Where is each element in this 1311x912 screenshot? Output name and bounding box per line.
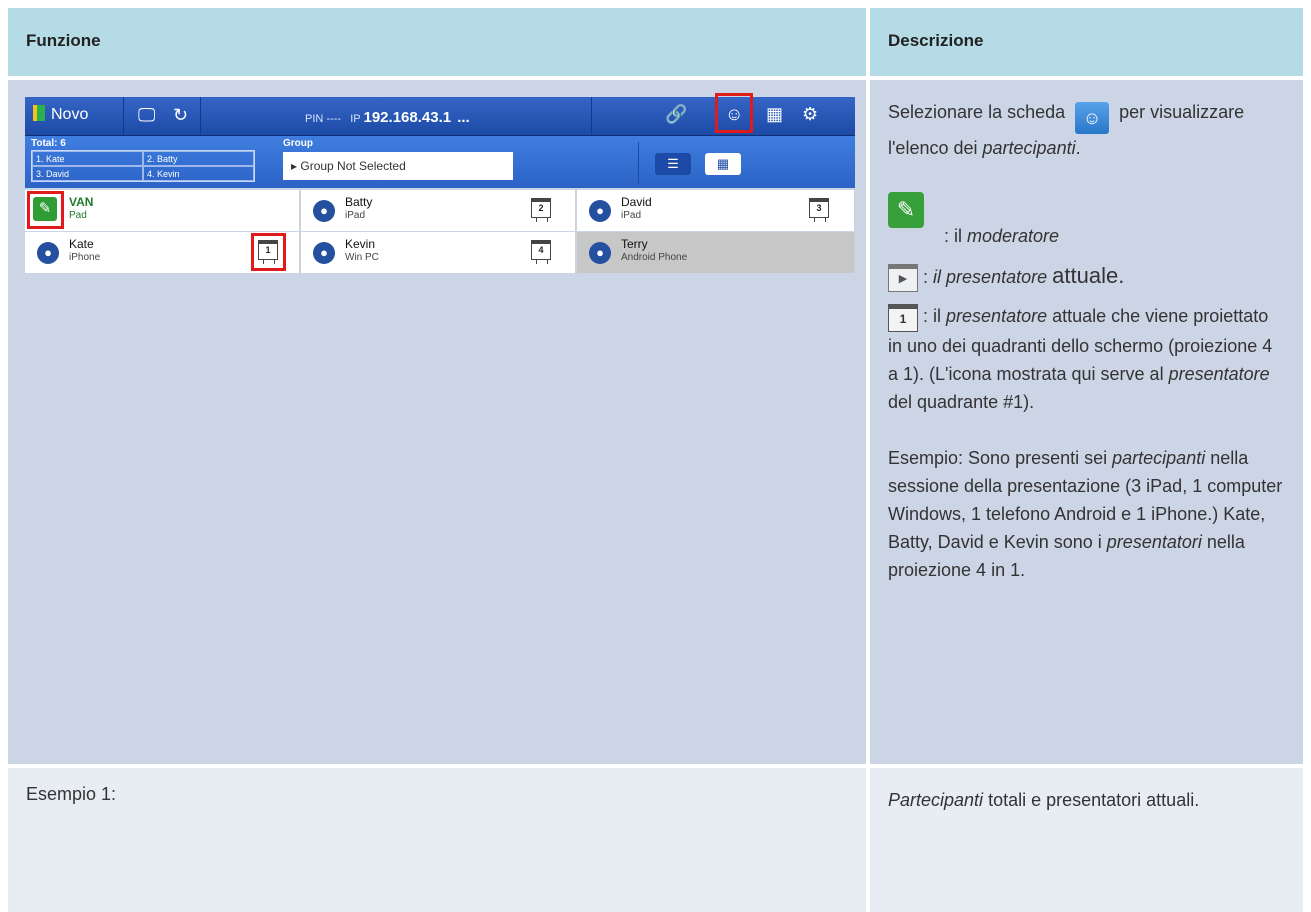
total-participants-grid: 1. Kate 2. Batty 3. David 4. Kevin: [31, 150, 255, 182]
user-avatar-icon: ●: [37, 242, 59, 264]
gear-icon[interactable]: ⚙: [802, 104, 818, 125]
app-screenshot: Novo 🖵 ↻ PIN ---- IP 192.168.43.1 ... 🔗 …: [25, 93, 855, 368]
presenter-quadrant-icon: 1: [888, 303, 918, 332]
info-divider: [638, 142, 639, 184]
participant-device: Pad: [69, 210, 87, 221]
presenter-quadrant-icon[interactable]: 2: [531, 198, 551, 218]
pin-label: PIN: [305, 113, 324, 125]
total-grid-cell: 4. Kevin: [143, 166, 254, 181]
user-avatar-icon: ●: [589, 200, 611, 222]
participant-name: Batty: [345, 195, 373, 209]
text: :: [923, 267, 929, 287]
participant-device: iPad: [345, 210, 366, 221]
group-label: Group: [283, 138, 313, 149]
text: il presentatore: [933, 267, 1048, 287]
participant-name: David: [621, 195, 652, 209]
participants-tab-highlight: [715, 93, 753, 133]
participant-device: Win PC: [345, 252, 379, 263]
ip-label: IP: [350, 113, 361, 125]
list-item[interactable]: ● David iPad 3: [577, 190, 855, 231]
presenter-quadrant-icon[interactable]: 3: [809, 198, 829, 218]
brand: Novo: [33, 105, 88, 124]
text: presentatore: [1168, 363, 1270, 384]
grid-view-icon[interactable]: ▦: [705, 153, 741, 175]
user-avatar-icon: ●: [589, 242, 611, 264]
legend-presenter: ▶ : il presentatore attuale.: [888, 262, 1287, 293]
row2-function-cell: Esempio 1:: [8, 768, 866, 912]
example-paragraph: Esempio: Sono presenti sei partecipanti …: [888, 444, 1287, 584]
list-item[interactable]: ● Batty iPad 2: [301, 190, 576, 231]
list-item[interactable]: ● Terry Android Phone: [577, 232, 855, 273]
ip-value: 192.168.43.1: [363, 109, 452, 126]
text: .: [1075, 138, 1081, 158]
user-avatar-icon: ●: [313, 242, 335, 264]
text: Esempio: Sono presenti sei: [888, 447, 1108, 468]
total-grid-cell: 3. David: [32, 166, 143, 181]
refresh-icon[interactable]: ↻: [173, 105, 188, 126]
text: Selezionare la scheda: [888, 102, 1066, 122]
participant-device: Android Phone: [621, 252, 688, 263]
display-icon[interactable]: 🖵: [138, 105, 155, 126]
participant-list: ✎ VAN Pad ● Batty iPad 2 ● David iPad 3: [25, 190, 855, 275]
participant-device: iPad: [621, 210, 642, 221]
user-avatar-icon: ●: [313, 200, 335, 222]
total-grid-cell: 1. Kate: [32, 151, 143, 166]
novo-logo-icon: [33, 105, 45, 121]
text: del quadrante #1).: [888, 391, 1035, 412]
presenter-play-icon: ▶: [888, 264, 918, 293]
legend-quadrant-presenter: 1 : il presentatore attuale che viene pr…: [888, 302, 1287, 415]
text: Partecipanti: [888, 790, 984, 810]
row1-function-cell: Novo 🖵 ↻ PIN ---- IP 192.168.43.1 ... 🔗 …: [8, 80, 866, 764]
toolbar-divider: [200, 97, 201, 135]
participant-name: Terry: [621, 237, 648, 251]
total-label: Total: 6: [31, 138, 66, 149]
header-descrizione: Descrizione: [870, 8, 1303, 76]
participant-name: Kevin: [345, 237, 376, 251]
text: : il: [944, 226, 962, 246]
list-item[interactable]: ● Kate iPhone 1: [25, 232, 300, 273]
participants-tab-icon: ☺: [1075, 102, 1110, 134]
text: partecipanti: [1112, 447, 1206, 468]
list-item[interactable]: ● Kevin Win PC 4: [301, 232, 576, 273]
brand-label: Novo: [51, 106, 89, 123]
toolbar-divider: [591, 97, 592, 135]
text: : il: [923, 306, 942, 327]
row2-description-cell: Partecipanti totali e presentatori attua…: [870, 768, 1303, 912]
pin-value: ----: [326, 113, 342, 125]
link-icon[interactable]: 🔗: [665, 104, 687, 125]
participant-device: iPhone: [69, 252, 101, 263]
legend-moderator: ✎: [888, 192, 1287, 228]
participant-name: Kate: [69, 237, 94, 251]
moderator-highlight: [27, 191, 64, 229]
total-grid-cell: 2. Batty: [143, 151, 254, 166]
group-select-value: Group Not Selected: [300, 159, 406, 173]
text: partecipanti: [982, 138, 1076, 158]
list-view-icon[interactable]: ☰: [655, 153, 691, 175]
presenter-highlight: [251, 233, 286, 271]
header-funzione: Funzione: [8, 8, 866, 76]
row1-description-cell: Selezionare la scheda ☺ per visualizzare l…: [870, 80, 1303, 764]
pin-ip-readout: PIN ---- IP 192.168.43.1 ...: [305, 109, 470, 126]
presenter-quadrant-icon[interactable]: 4: [531, 240, 551, 260]
participant-name: VAN: [69, 195, 94, 209]
top-toolbar: Novo 🖵 ↻ PIN ---- IP 192.168.43.1 ... 🔗 …: [25, 93, 855, 136]
list-item[interactable]: ✎ VAN Pad: [25, 190, 300, 231]
text: moderatore: [967, 226, 1060, 246]
info-bar: Total: 6 1. Kate 2. Batty 3. David 4. Ke…: [25, 136, 855, 188]
text: presentatore: [946, 306, 1048, 327]
toolbar-divider: [123, 97, 124, 135]
group-select[interactable]: ▸ Group Not Selected: [283, 152, 513, 180]
text: attuale.: [1052, 263, 1125, 288]
description-paragraph: Selezionare la scheda ☺ per visualizzare l…: [888, 98, 1287, 162]
grid-icon[interactable]: ▦: [766, 104, 783, 125]
ip-more[interactable]: ...: [457, 109, 470, 126]
moderator-icon: ✎: [888, 192, 924, 228]
text: totali e presentatori attuali.: [988, 790, 1200, 810]
text: presentatori: [1106, 531, 1202, 552]
